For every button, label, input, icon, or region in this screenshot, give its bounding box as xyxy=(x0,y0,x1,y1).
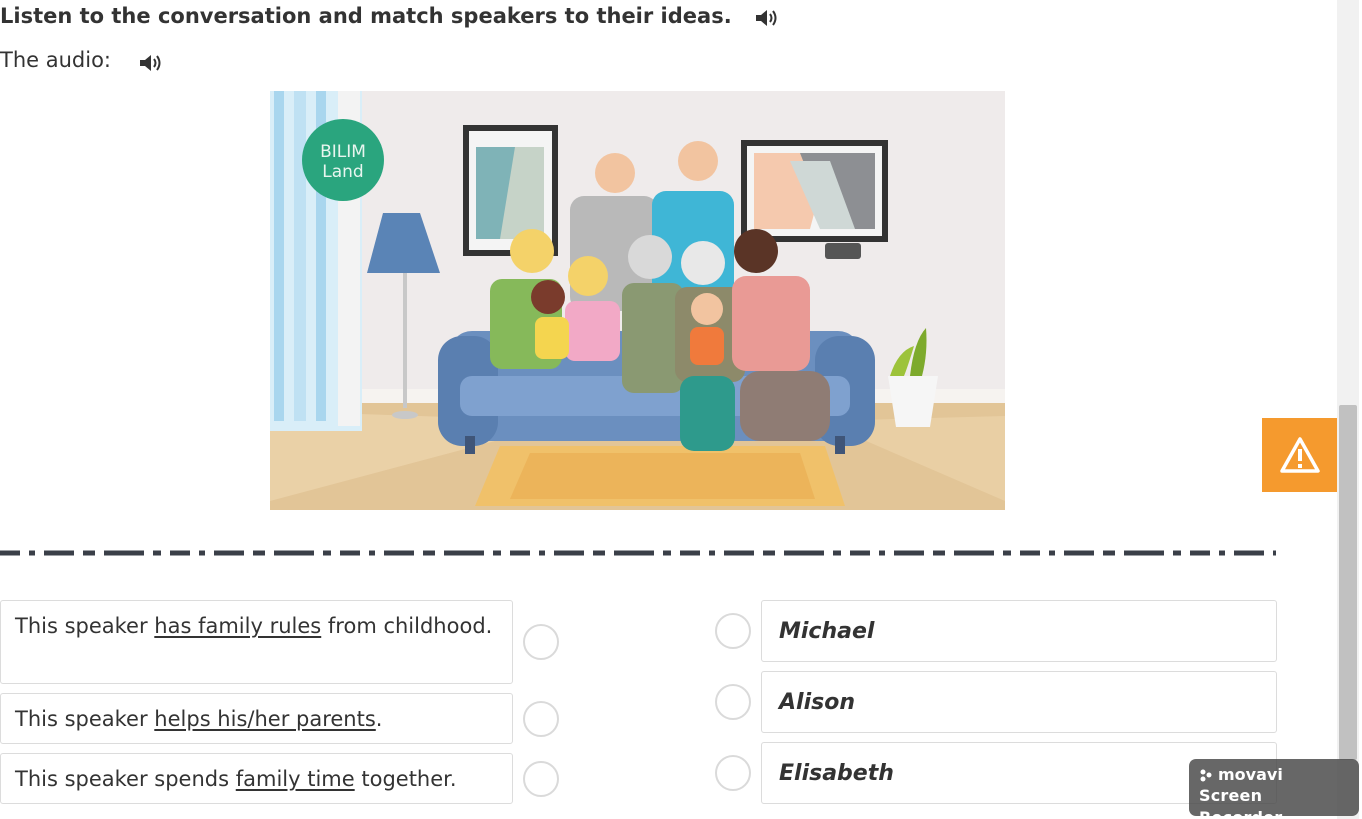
name-3-connector[interactable] xyxy=(715,755,751,791)
movavi-logo-icon xyxy=(1200,769,1212,782)
statement-2-connector[interactable] xyxy=(523,701,559,737)
statement-text: . xyxy=(375,707,383,731)
name-2-connector[interactable] xyxy=(715,684,751,720)
play-audio-button[interactable] xyxy=(136,49,164,77)
statement-text: This speaker xyxy=(15,614,155,638)
name-card-1[interactable]: Michael xyxy=(761,600,1277,662)
watermark-brand-text: movavi xyxy=(1218,765,1283,784)
name-card-2[interactable]: Alison xyxy=(761,671,1277,733)
statement-text: This speaker xyxy=(15,707,155,731)
audio-label: The audio: xyxy=(0,48,111,72)
name-label: Alison xyxy=(779,689,855,715)
family-illustration: BILIM Land xyxy=(270,91,1005,510)
name-1-connector[interactable] xyxy=(715,613,751,649)
statement-card-1[interactable]: This speaker has family rules from child… xyxy=(0,600,513,684)
scrollbar-thumb[interactable] xyxy=(1339,405,1357,760)
statement-key-phrase: helps his/her parents xyxy=(154,707,376,731)
exercise-page: Listen to the conversation and match spe… xyxy=(0,0,1306,819)
logo-text-top: BILIM xyxy=(320,142,366,162)
instruction-text: Listen to the conversation and match spe… xyxy=(0,4,732,28)
watermark-product: Screen Recorder xyxy=(1199,786,1283,819)
page-scrollbar[interactable] xyxy=(1337,0,1359,819)
section-divider xyxy=(0,550,1276,556)
statement-key-phrase: family time xyxy=(235,767,355,791)
warning-triangle-icon xyxy=(1279,437,1320,473)
statement-1-connector[interactable] xyxy=(523,624,559,660)
statement-card-2[interactable]: This speaker helps his/her parents. xyxy=(0,693,513,744)
watermark-brand: movavi xyxy=(1199,765,1349,785)
speaker-volume-icon xyxy=(140,55,161,71)
statement-text: This speaker spends xyxy=(15,767,236,791)
name-label: Elisabeth xyxy=(779,760,894,786)
speaker-volume-icon xyxy=(756,10,777,26)
logo-text-bottom: Land xyxy=(322,162,363,182)
statement-3-connector[interactable] xyxy=(523,761,559,797)
statement-key-phrase: has family rules xyxy=(154,614,322,638)
report-issue-button[interactable] xyxy=(1262,418,1337,492)
statement-card-3[interactable]: This speaker spends family time together… xyxy=(0,753,513,804)
instruction-audio-button[interactable] xyxy=(752,4,780,32)
statement-text: from childhood. xyxy=(321,614,493,638)
name-label: Michael xyxy=(779,618,875,644)
statement-text: together. xyxy=(354,767,457,791)
recorder-watermark: movavi Screen Recorder xyxy=(1189,759,1359,819)
